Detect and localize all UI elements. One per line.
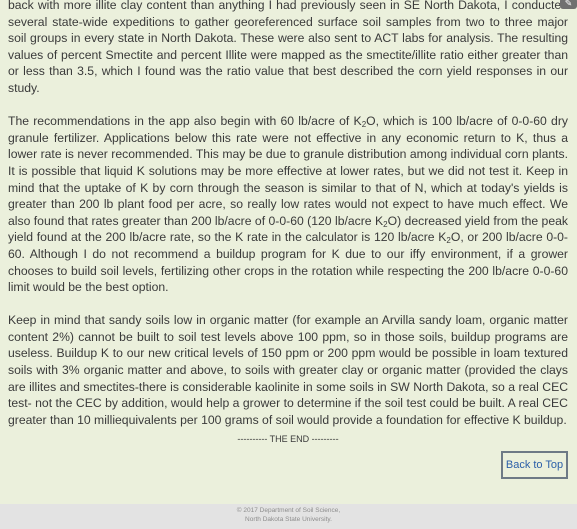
footer: © 2017 Department of Soil Science, North… — [0, 504, 577, 529]
footer-copyright: © 2017 Department of Soil Science, — [236, 507, 341, 514]
paragraph-k-recommendations: The recommendations in the app also begi… — [8, 113, 568, 296]
page: back with more illite clay content than … — [0, 0, 577, 529]
footer-university: North Dakota State University. — [245, 516, 332, 523]
text-segment: O, which is 100 lb/acre of 0-0-60 dry gr… — [8, 114, 568, 228]
the-end-marker: ---------- THE END --------- — [237, 434, 339, 445]
article-content: back with more illite clay content than … — [8, 0, 568, 445]
back-to-top-button[interactable]: Back to Top — [501, 451, 568, 479]
comment-icon[interactable]: ✎ — [560, 0, 577, 9]
text-segment: The recommendations in the app also begi… — [8, 114, 362, 129]
paragraph-clay-mapping: back with more illite clay content than … — [8, 0, 568, 95]
paragraph-sandy-soils: Keep in mind that sandy soils low in org… — [8, 313, 568, 427]
